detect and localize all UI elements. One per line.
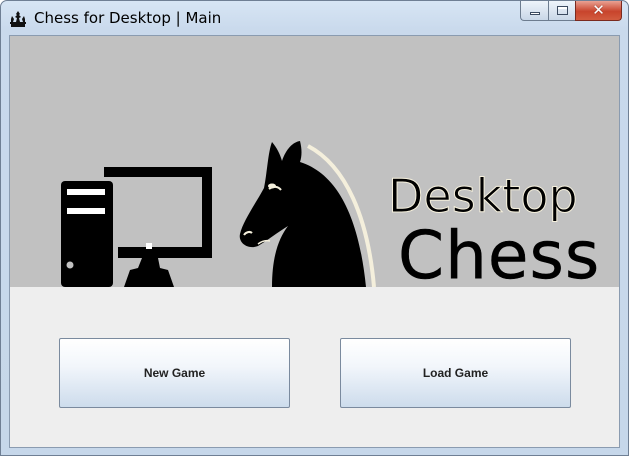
chess-pieces-icon bbox=[10, 11, 26, 27]
maximize-icon bbox=[557, 6, 568, 15]
load-game-button[interactable]: Load Game bbox=[340, 338, 571, 408]
banner-art: Desktop Chess bbox=[61, 141, 600, 287]
maximize-button[interactable] bbox=[548, 1, 575, 21]
caption-buttons: ✕ bbox=[520, 1, 622, 22]
logo-line1: Desktop bbox=[388, 169, 578, 223]
banner: Desktop Chess bbox=[10, 36, 619, 287]
logo-line2: Chess bbox=[398, 217, 600, 287]
close-button[interactable]: ✕ bbox=[575, 1, 622, 21]
minimize-icon bbox=[530, 12, 540, 15]
monitor-icon bbox=[104, 167, 212, 287]
computer-tower-icon bbox=[61, 181, 113, 287]
new-game-button[interactable]: New Game bbox=[59, 338, 290, 408]
app-window: Chess for Desktop | Main ✕ Desktop Chess… bbox=[0, 0, 629, 456]
close-icon: ✕ bbox=[592, 1, 605, 19]
main-panel: Desktop Chess New Game Load Game bbox=[9, 35, 620, 448]
window-title: Chess for Desktop | Main bbox=[34, 9, 222, 27]
knight-icon bbox=[239, 141, 376, 287]
title-bar[interactable]: Chess for Desktop | Main ✕ bbox=[1, 1, 628, 35]
minimize-button[interactable] bbox=[520, 1, 548, 21]
